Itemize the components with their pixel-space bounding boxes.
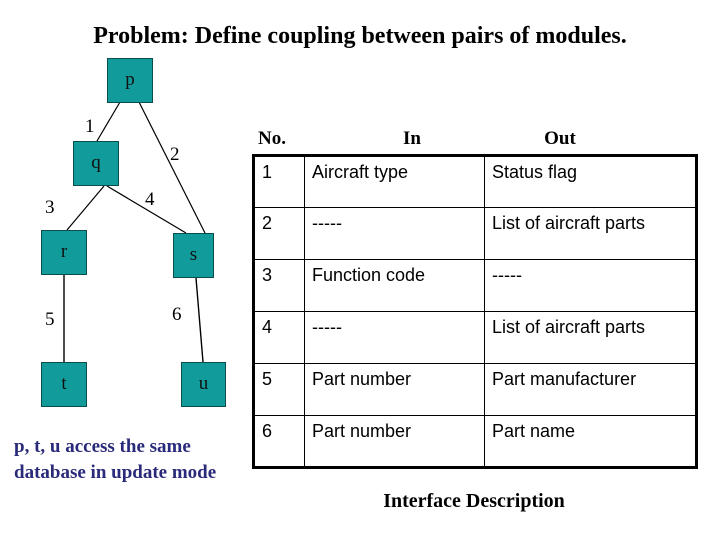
structure-chart-note: p, t, u access the same database in upda…: [14, 436, 217, 483]
chart-edge-label-1: 1: [85, 116, 95, 137]
chart-node-r-label: r: [60, 241, 68, 262]
interface-table-header: No. In Out: [252, 126, 695, 154]
cell-out: Status flag: [484, 155, 697, 208]
cell-out: -----: [484, 259, 697, 312]
table-row: 2 ----- List of aircraft parts: [253, 207, 697, 260]
table-row: 3 Function code -----: [253, 259, 697, 312]
chart-edge-label-6: 6: [172, 304, 182, 325]
cell-no: 4: [253, 311, 305, 364]
cell-out: List of aircraft parts: [484, 207, 697, 260]
cell-in: -----: [304, 207, 485, 260]
cell-no: 5: [253, 363, 305, 416]
chart-node-s[interactable]: s: [173, 233, 214, 278]
chart-edge-label-2: 2: [170, 144, 180, 165]
interface-table: 1 Aircraft type Status flag 2 ----- List…: [252, 154, 698, 469]
cell-in: Aircraft type: [304, 155, 485, 208]
column-header-out: Out: [544, 128, 576, 149]
table-row: 5 Part number Part manufacturer: [253, 363, 697, 416]
chart-node-t[interactable]: t: [41, 362, 87, 407]
table-row: 1 Aircraft type Status flag: [253, 155, 697, 208]
cell-out: List of aircraft parts: [484, 311, 697, 364]
column-header-in: In: [403, 128, 421, 149]
cell-no: 2: [253, 207, 305, 260]
chart-node-r[interactable]: r: [41, 230, 87, 275]
column-header-no: No.: [258, 128, 286, 149]
chart-node-u-label: u: [198, 373, 209, 394]
cell-no: 3: [253, 259, 305, 312]
interface-table-caption: Interface Description: [383, 490, 565, 512]
table-row: 4 ----- List of aircraft parts: [253, 311, 697, 364]
interface-table-wrapper: No. In Out 1 Aircraft type Status flag 2…: [252, 126, 698, 469]
cell-no: 1: [253, 155, 305, 208]
chart-node-q[interactable]: q: [73, 141, 119, 186]
chart-edge-label-5: 5: [45, 309, 55, 330]
chart-node-t-label: t: [61, 373, 67, 394]
chart-node-q-label: q: [91, 152, 101, 173]
chart-node-u[interactable]: u: [181, 362, 226, 407]
chart-edge-label-4: 4: [145, 189, 155, 210]
cell-in: Part number: [304, 415, 485, 468]
slide-canvas: Problem: Define coupling between pairs o…: [0, 0, 720, 540]
chart-node-s-label: s: [189, 244, 198, 265]
cell-out: Part name: [484, 415, 697, 468]
chart-edge-label-3: 3: [45, 197, 55, 218]
chart-node-p[interactable]: p: [107, 58, 153, 103]
cell-in: -----: [304, 311, 485, 364]
chart-node-p-label: p: [125, 69, 135, 90]
cell-out: Part manufacturer: [484, 363, 697, 416]
cell-in: Part number: [304, 363, 485, 416]
cell-no: 6: [253, 415, 305, 468]
cell-in: Function code: [304, 259, 485, 312]
table-row: 6 Part number Part name: [253, 415, 697, 468]
